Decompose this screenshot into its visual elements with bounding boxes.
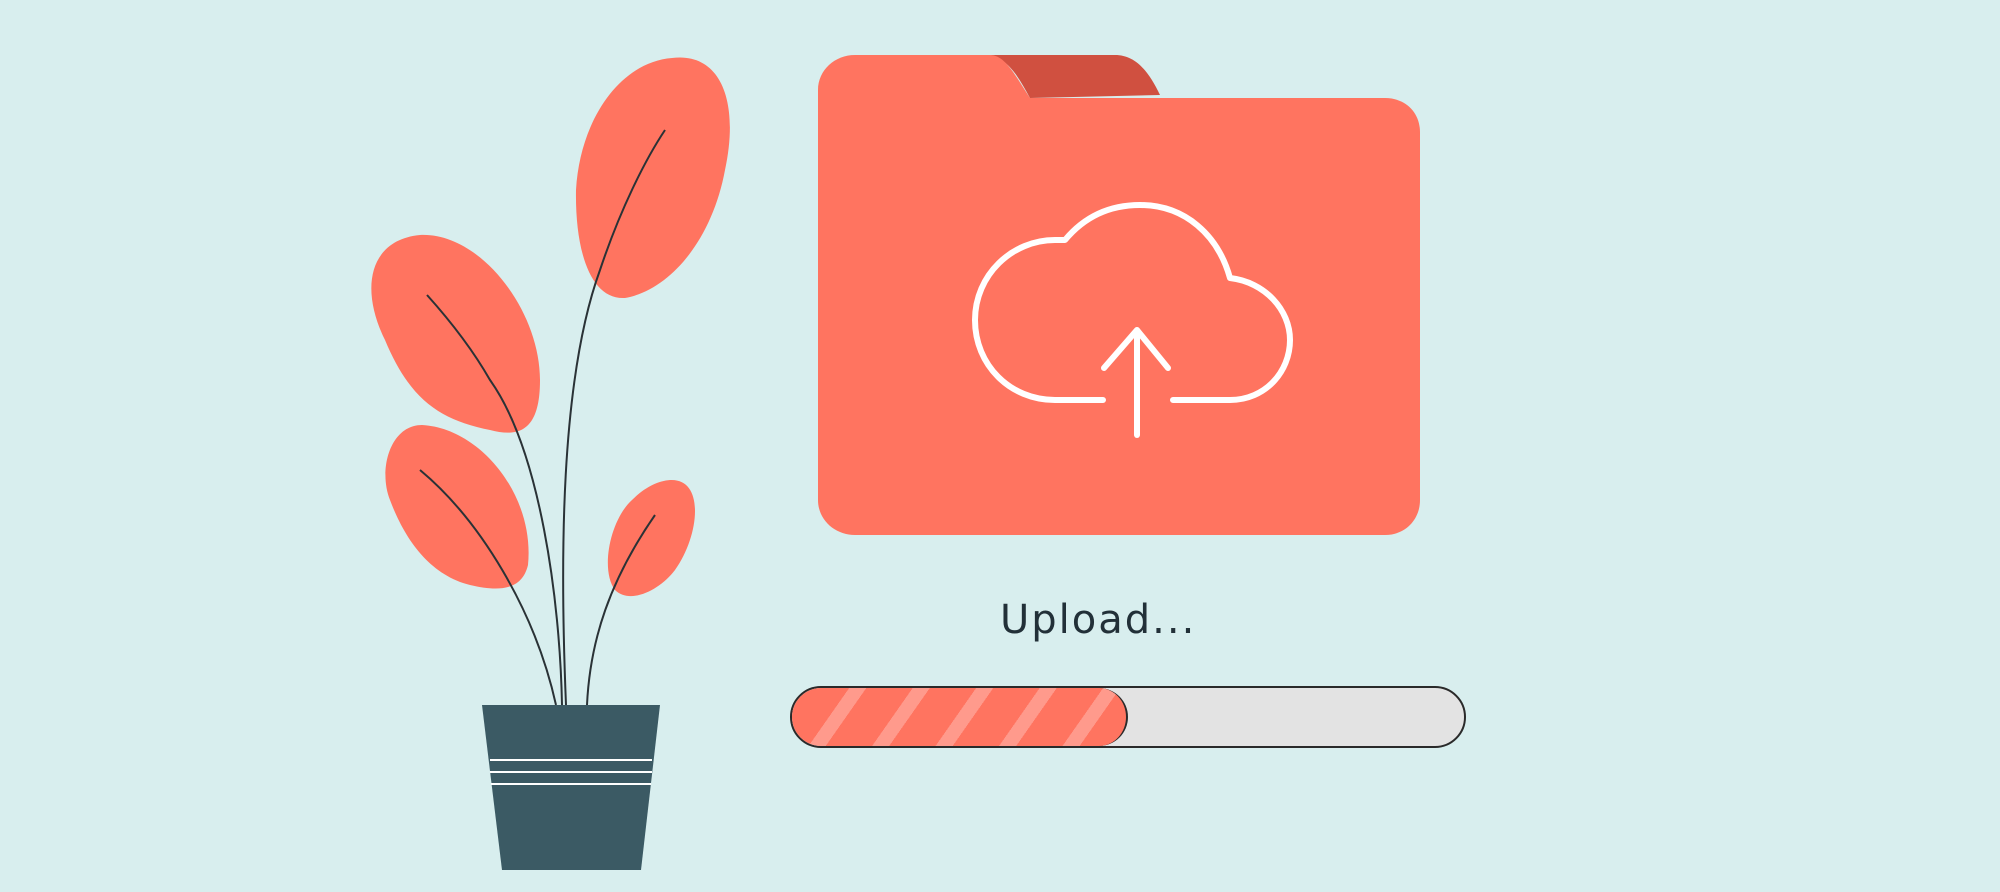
upload-illustration: Upload... (0, 0, 2000, 892)
plant-leaves (371, 57, 730, 597)
pot-body (482, 705, 660, 870)
potted-plant-illustration (371, 57, 730, 870)
plant-pot (482, 705, 660, 870)
leaf-upper-left (371, 234, 540, 433)
upload-status-label: Upload... (1000, 597, 1197, 643)
folder-icon (818, 55, 1420, 535)
leaf-top-right (575, 57, 730, 299)
leaf-small-right (607, 479, 695, 597)
folder-body (818, 55, 1420, 535)
artwork (371, 55, 1420, 870)
upload-progress-bar (790, 686, 1466, 748)
upload-progress-fill (792, 688, 1128, 746)
